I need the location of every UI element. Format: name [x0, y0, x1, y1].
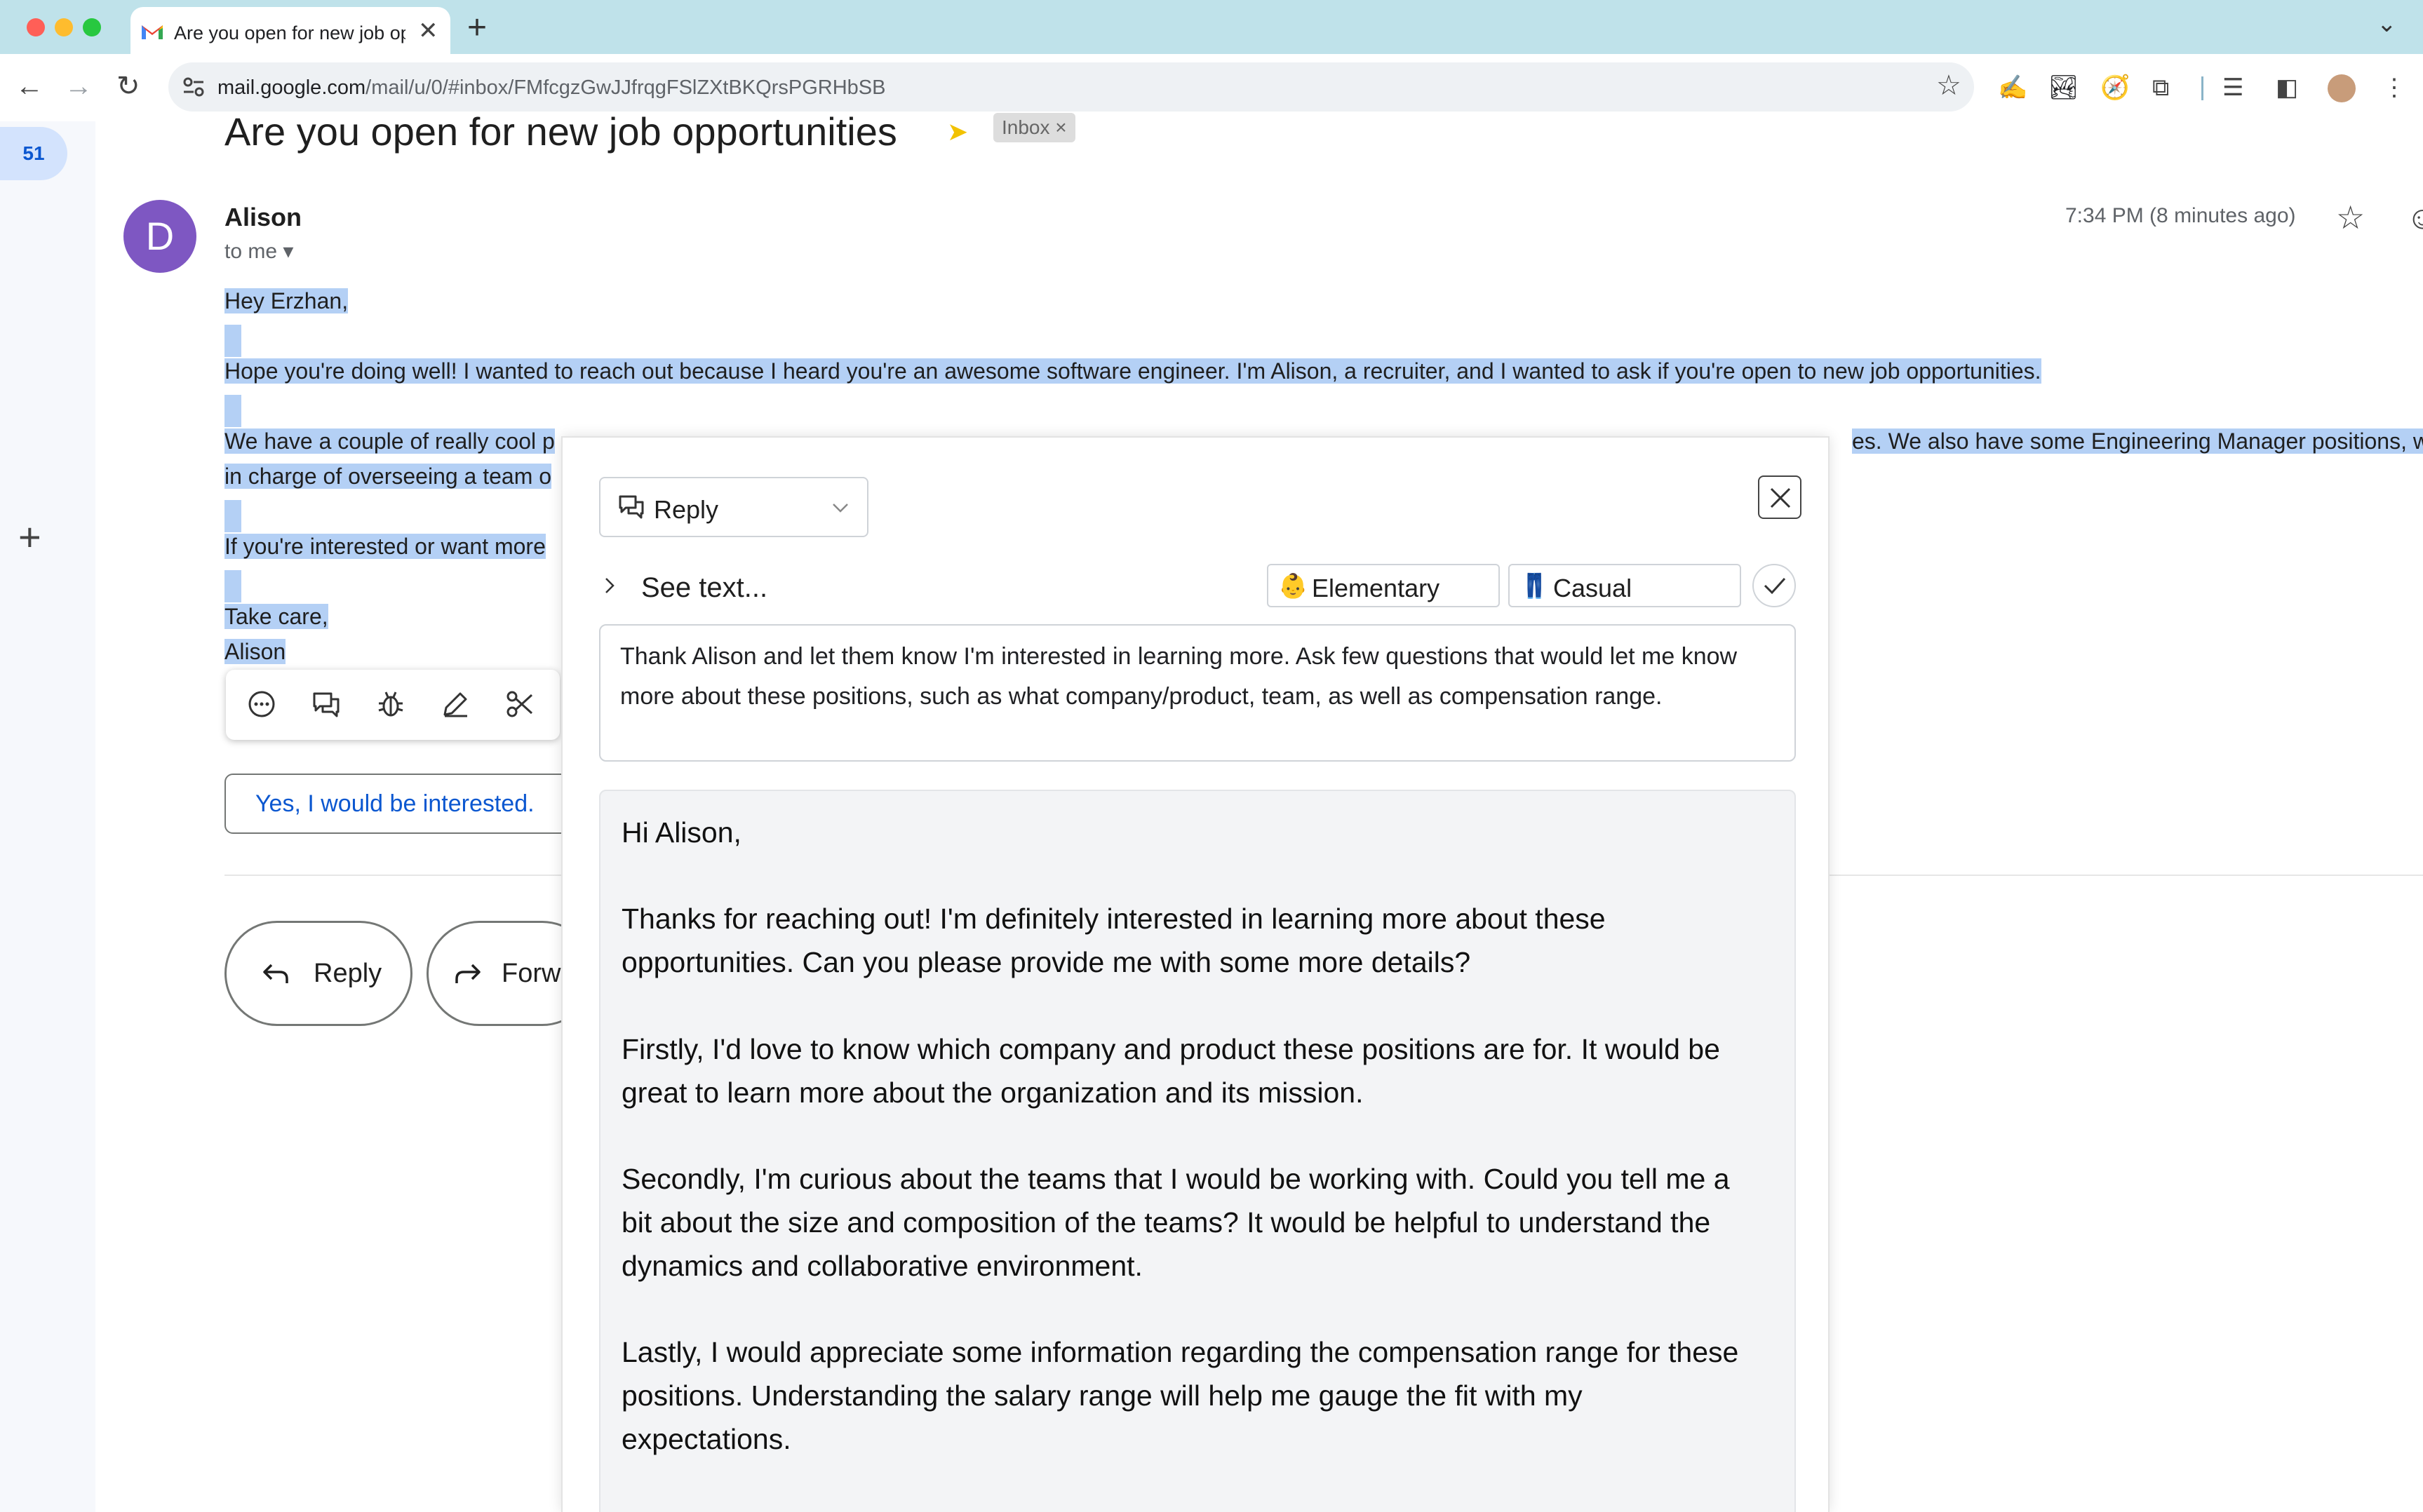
close-icon: [1770, 487, 1791, 508]
pen-extension-icon[interactable]: ✍: [1998, 71, 2027, 104]
comment-dots-icon[interactable]: [246, 688, 278, 720]
browser-tab-bar: Are you open for new job opp ✕ + ⌄: [0, 0, 2423, 54]
response-line: Firstly, I'd love to know which company …: [622, 1033, 1720, 1065]
email-greeting: Hey Erzhan,: [224, 288, 349, 313]
response-line: great to learn more about the organizati…: [622, 1076, 1364, 1109]
selection-gap: [224, 500, 241, 532]
close-panel-button[interactable]: [1758, 475, 1801, 519]
important-marker-icon[interactable]: ➤: [947, 117, 968, 147]
chevron-down-icon: [833, 504, 848, 513]
selection-action-toolbar: [226, 670, 560, 740]
back-arrow-icon[interactable]: ←: [15, 69, 43, 103]
gmail-favicon-icon: [142, 25, 163, 39]
star-icon[interactable]: ☆: [2336, 198, 2365, 236]
profile-avatar[interactable]: [2328, 74, 2356, 102]
left-rail: 51 +: [0, 121, 95, 1512]
emoji-react-icon[interactable]: ☺: [2406, 198, 2423, 236]
url-text: mail.google.com/mail/u/0/#inbox/FMfcgzGw…: [217, 76, 885, 100]
new-tab-icon[interactable]: +: [467, 8, 487, 47]
chevron-right-icon[interactable]: [599, 575, 620, 596]
reply-button[interactable]: Reply: [224, 921, 412, 1026]
landscape-extension-icon[interactable]: 🏞: [2048, 71, 2079, 104]
url-host: mail.google.com: [217, 76, 366, 99]
jeans-icon: 👖: [1519, 573, 1550, 600]
tab-title: Are you open for new job opp: [174, 22, 405, 43]
media-queue-icon[interactable]: ☰: [2222, 71, 2243, 104]
response-line: Thanks for reaching out! I'm definitely …: [622, 903, 1606, 935]
address-bar[interactable]: mail.google.com/mail/u/0/#inbox/FMfcgzGw…: [168, 62, 1974, 112]
sender-name[interactable]: Alison: [224, 203, 302, 232]
scissors-icon[interactable]: [504, 688, 536, 720]
mode-dropdown[interactable]: Reply: [599, 477, 868, 537]
sender-avatar[interactable]: D: [123, 200, 196, 273]
unread-count-badge[interactable]: 51: [0, 127, 67, 180]
email-paragraph-2-line-1: We have a couple of really cool p: [224, 428, 555, 454]
add-plus-icon[interactable]: +: [18, 514, 41, 560]
response-line: Secondly, I'm curious about the teams th…: [622, 1163, 1730, 1195]
generated-response[interactable]: Hi Alison, Thanks for reaching out! I'm …: [599, 790, 1796, 1512]
toolbar-divider: [2201, 76, 2203, 100]
window-minimize-control[interactable]: [55, 18, 73, 36]
email-subject: Are you open for new job opportunities: [224, 109, 897, 154]
smart-reply-chip[interactable]: Yes, I would be interested.: [224, 774, 575, 834]
response-line: Lastly, I would appreciate some informat…: [622, 1336, 1739, 1368]
side-panel-icon[interactable]: ◧: [2276, 71, 2298, 104]
window-zoom-control[interactable]: [83, 18, 101, 36]
tab-close-icon[interactable]: ✕: [418, 17, 438, 45]
pencil-icon[interactable]: [439, 688, 471, 720]
reply-arrow-icon: [263, 964, 288, 983]
selection-gap: [224, 395, 241, 427]
chat-bubbles-icon[interactable]: [310, 688, 342, 720]
response-line: bit about the size and composition of th…: [622, 1206, 1711, 1238]
email-paragraph-1: Hope you're doing well! I wanted to reac…: [224, 358, 2041, 384]
browser-menu-icon[interactable]: ⋮: [2382, 71, 2406, 104]
instruction-textarea[interactable]: Thank Alison and let them know I'm inter…: [599, 624, 1796, 762]
reading-level-select[interactable]: 👶 Elementary: [1267, 564, 1500, 607]
tone-label: Casual: [1553, 574, 1632, 602]
see-text-toggle[interactable]: See text...: [641, 572, 767, 604]
apply-settings-button[interactable]: [1752, 564, 1796, 607]
bookmark-star-icon[interactable]: ☆: [1936, 69, 1961, 102]
browser-tab-active[interactable]: Are you open for new job opp ✕: [130, 7, 450, 54]
email-paragraph-2-line-1-end: es. We also have some Engineering Manage…: [1852, 428, 2423, 454]
reply-assistant-panel: Reply See text... 👶 Elementary 👖 Casual: [561, 436, 1830, 1512]
reply-button-label: Reply: [314, 959, 382, 988]
bug-icon[interactable]: [375, 688, 407, 720]
extensions-puzzle-icon[interactable]: ⧉: [2152, 71, 2169, 104]
response-line: expectations.: [622, 1423, 791, 1455]
chat-bubbles-icon: [619, 495, 644, 519]
tone-select[interactable]: 👖 Casual: [1508, 564, 1741, 607]
selection-gap: [224, 570, 241, 602]
email-paragraph-3: If you're interested or want more: [224, 534, 546, 559]
forward-button-label: Forw: [502, 959, 561, 988]
response-line: dynamics and collaborative environment.: [622, 1250, 1143, 1282]
inbox-label-chip[interactable]: Inbox ×: [993, 113, 1075, 142]
selection-gap: [224, 325, 241, 357]
email-signoff: Take care,: [224, 604, 328, 629]
compass-extension-icon[interactable]: 🧭: [2100, 71, 2130, 104]
site-settings-icon[interactable]: [182, 76, 205, 97]
email-timestamp: 7:34 PM (8 minutes ago): [2065, 204, 2296, 227]
forward-arrow-icon: [455, 964, 481, 983]
forward-arrow-icon[interactable]: →: [65, 69, 93, 103]
gmail-page: 51 + Are you open for new job opportunit…: [0, 109, 2423, 1512]
baby-icon: 👶: [1278, 573, 1308, 600]
email-signature: Alison: [224, 639, 286, 664]
tab-search-chevron-icon[interactable]: ⌄: [2377, 10, 2397, 38]
window-close-control[interactable]: [27, 18, 45, 36]
mode-dropdown-label: Reply: [654, 495, 719, 524]
checkmark-icon: [1764, 577, 1786, 595]
email-paragraph-2-line-2: in charge of overseeing a team o: [224, 464, 552, 489]
response-line: opportunities. Can you please provide me…: [622, 946, 1471, 978]
reload-icon[interactable]: ↻: [116, 69, 140, 103]
url-path: /mail/u/0/#inbox/FMfcgzGwJJfrqgFSlZXtBKQ…: [365, 76, 886, 99]
reading-level-label: Elementary: [1312, 574, 1440, 602]
response-line: positions. Understanding the salary rang…: [622, 1379, 1583, 1412]
recipient-details[interactable]: to me ▾: [224, 239, 293, 264]
response-line: Hi Alison,: [622, 816, 741, 849]
